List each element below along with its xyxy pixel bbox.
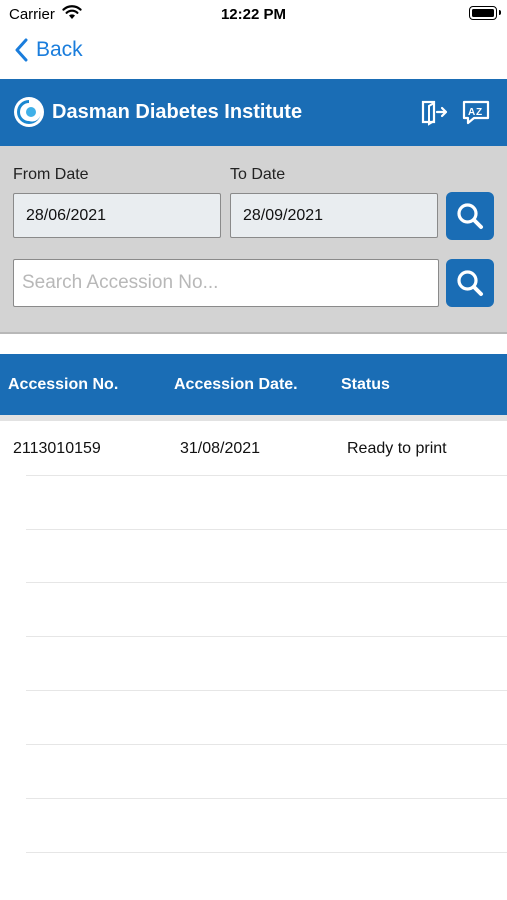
column-header-status: Status — [341, 376, 390, 393]
search-icon — [457, 270, 483, 296]
battery-icon — [469, 6, 501, 20]
back-label: Back — [36, 38, 83, 61]
cell-accession-date: 31/08/2021 — [180, 440, 261, 457]
chevron-left-icon — [15, 38, 28, 62]
to-date-field[interactable]: 28/09/2021 — [230, 193, 438, 238]
filter-panel: From Date To Date 28/06/2021 28/09/2021 — [0, 146, 507, 334]
cell-status: Ready to print — [347, 440, 447, 457]
from-date-field[interactable]: 28/06/2021 — [13, 193, 221, 238]
table-row[interactable]: 2113010159 31/08/2021 Ready to print — [0, 421, 507, 475]
cell-accession-no: 2113010159 — [13, 440, 101, 457]
from-date-label: From Date — [13, 166, 89, 183]
row-separator — [26, 852, 507, 853]
to-date-label: To Date — [230, 166, 286, 183]
accession-search-input[interactable] — [13, 259, 439, 307]
page-title: Dasman Diabetes Institute — [52, 101, 303, 123]
translate-icon[interactable]: A Z — [462, 98, 490, 126]
accession-search-button[interactable] — [446, 259, 494, 307]
table-header: Accession No. Accession Date. Status — [0, 354, 507, 415]
row-separator — [26, 582, 507, 583]
svg-text:Z: Z — [476, 107, 482, 118]
nav-bar: Back — [0, 30, 507, 78]
row-separator — [26, 529, 507, 530]
date-search-button[interactable] — [446, 192, 494, 240]
clock: 12:22 PM — [220, 6, 287, 23]
svg-text:A: A — [468, 107, 475, 118]
row-separator — [26, 475, 507, 476]
status-bar: Carrier 12:22 PM — [0, 0, 507, 30]
institute-logo — [14, 97, 44, 127]
logout-icon[interactable] — [420, 98, 448, 126]
search-icon — [457, 203, 483, 229]
row-separator — [26, 744, 507, 745]
row-separator — [26, 690, 507, 691]
app-header: Dasman Diabetes Institute A Z — [0, 79, 507, 146]
row-separator — [26, 636, 507, 637]
back-button[interactable]: Back — [14, 38, 83, 62]
column-header-accession-no: Accession No. — [8, 376, 119, 393]
row-separator — [26, 798, 507, 799]
column-header-accession-date: Accession Date. — [174, 376, 298, 393]
